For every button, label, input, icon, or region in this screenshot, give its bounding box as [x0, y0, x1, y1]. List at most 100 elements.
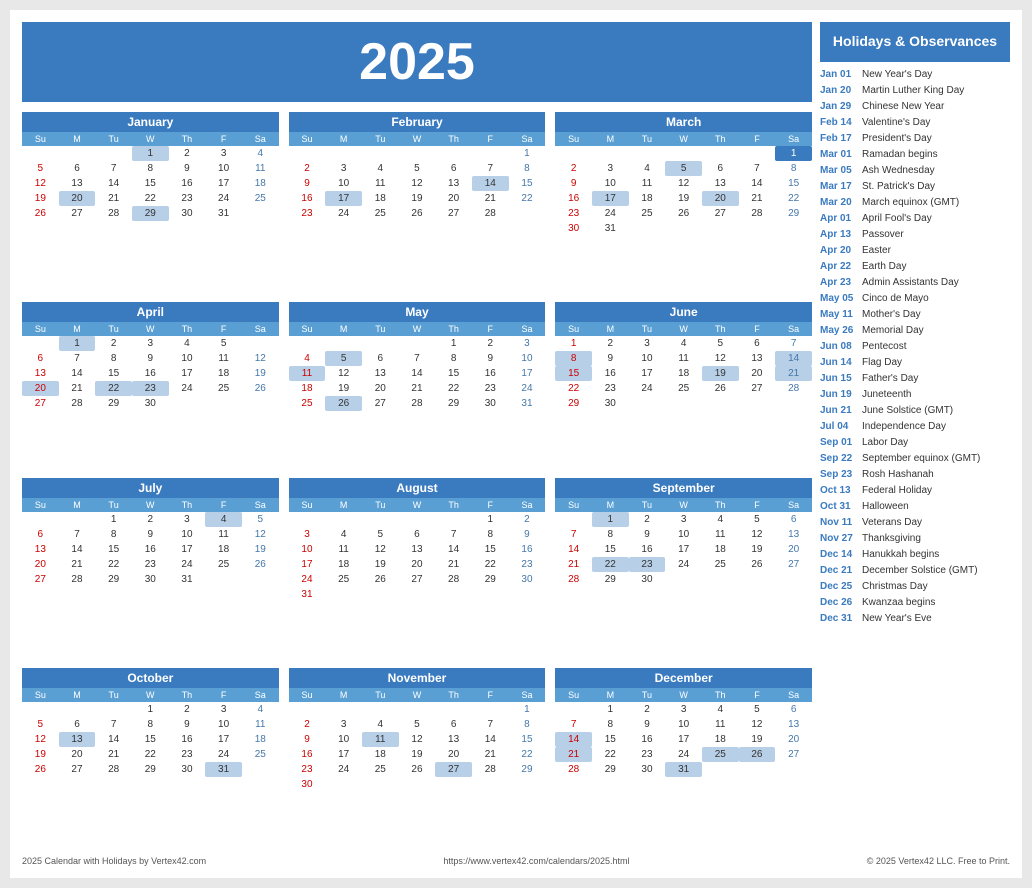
table-row: 5: [702, 336, 739, 351]
table-row: [739, 396, 776, 411]
table-row: 22: [592, 747, 629, 762]
holiday-name: April Fool's Day: [862, 211, 932, 227]
table-row: 7: [95, 161, 132, 176]
col-fri: F: [205, 322, 242, 336]
holiday-item: Jun 14Flag Day: [820, 355, 1010, 371]
table-row: [362, 512, 399, 527]
table-row: 12: [665, 176, 702, 191]
holiday-item: May 05Cinco de Mayo: [820, 291, 1010, 307]
table-row: [629, 221, 666, 236]
col-mon: M: [592, 132, 629, 146]
table-row: 6: [739, 336, 776, 351]
table-row: 3: [205, 702, 242, 717]
month-title-march: March: [555, 112, 812, 132]
table-row: 16: [169, 176, 206, 191]
col-sat: Sa: [775, 688, 812, 702]
table-row: 17: [325, 191, 362, 206]
table-row: 16: [132, 542, 169, 557]
table-row: 30: [555, 221, 592, 236]
table-row: 4: [362, 717, 399, 732]
table-row: 30: [472, 396, 509, 411]
table-row: 13: [59, 176, 96, 191]
table-row: 19: [242, 542, 279, 557]
col-sat: Sa: [242, 498, 279, 512]
col-fri: F: [739, 688, 776, 702]
table-row: 9: [132, 351, 169, 366]
table-row: 26: [702, 381, 739, 396]
table-row: 16: [629, 542, 666, 557]
table-row: 20: [22, 557, 59, 572]
table-row: 4: [629, 161, 666, 176]
table-row: 6: [775, 702, 812, 717]
table-row: 20: [59, 747, 96, 762]
table-row: 31: [509, 396, 546, 411]
month-title-may: May: [289, 302, 546, 322]
table-row: 16: [592, 366, 629, 381]
table-row: 19: [399, 191, 436, 206]
table-row: 4: [362, 161, 399, 176]
holiday-name: Ramadan begins: [862, 147, 938, 163]
table-row: 2: [555, 161, 592, 176]
table-row: 10: [205, 717, 242, 732]
table-row: 19: [702, 366, 739, 381]
table-row: [629, 396, 666, 411]
table-row: 17: [169, 366, 206, 381]
col-sat: Sa: [242, 132, 279, 146]
col-sun: Su: [289, 688, 326, 702]
table-row: 22: [95, 557, 132, 572]
table-row: [242, 206, 279, 221]
col-thu: Th: [169, 498, 206, 512]
table-row: 9: [509, 527, 546, 542]
col-thu: Th: [435, 688, 472, 702]
holiday-name: Valentine's Day: [862, 115, 930, 131]
table-row: 7: [775, 336, 812, 351]
table-row: 1: [472, 512, 509, 527]
table-row: [362, 336, 399, 351]
table-row: 31: [205, 206, 242, 221]
table-row: [59, 702, 96, 717]
table-row: 25: [205, 381, 242, 396]
col-fri: F: [739, 322, 776, 336]
table-row: 15: [435, 366, 472, 381]
table-row: 15: [95, 366, 132, 381]
holiday-date: Nov 11: [820, 515, 858, 531]
table-row: 21: [472, 747, 509, 762]
table-row: 25: [325, 572, 362, 587]
table-row: 28: [739, 206, 776, 221]
col-sat: Sa: [509, 498, 546, 512]
table-row: 29: [775, 206, 812, 221]
table-row: 17: [289, 557, 326, 572]
holiday-date: Dec 21: [820, 563, 858, 579]
table-row: 5: [739, 702, 776, 717]
table-row: 26: [242, 557, 279, 572]
table-row: 30: [169, 762, 206, 777]
table-row: 2: [509, 512, 546, 527]
table-row: 21: [399, 381, 436, 396]
holiday-item: Jan 29Chinese New Year: [820, 99, 1010, 115]
table-row: 28: [59, 396, 96, 411]
table-row: [289, 336, 326, 351]
holiday-item: Dec 21December Solstice (GMT): [820, 563, 1010, 579]
table-row: 30: [592, 396, 629, 411]
table-row: 23: [555, 206, 592, 221]
table-row: [739, 146, 776, 161]
table-row: 24: [169, 381, 206, 396]
holiday-item: Mar 20March equinox (GMT): [820, 195, 1010, 211]
cal-table-may: Su M Tu W Th F Sa: [289, 322, 546, 411]
table-row: [22, 512, 59, 527]
table-row: 14: [472, 176, 509, 191]
table-row: [739, 762, 776, 777]
month-october: October Su M Tu W Th F Sa: [22, 668, 279, 848]
holiday-date: Jan 01: [820, 67, 858, 83]
table-row: 7: [472, 717, 509, 732]
month-title-january: January: [22, 112, 279, 132]
table-row: 29: [95, 572, 132, 587]
table-row: 20: [399, 557, 436, 572]
table-row: 16: [629, 732, 666, 747]
holiday-name: Memorial Day: [862, 323, 924, 339]
holiday-name: Earth Day: [862, 259, 906, 275]
col-tue: Tu: [95, 322, 132, 336]
holiday-name: Christmas Day: [862, 579, 928, 595]
holiday-date: Apr 01: [820, 211, 858, 227]
table-row: 12: [399, 732, 436, 747]
